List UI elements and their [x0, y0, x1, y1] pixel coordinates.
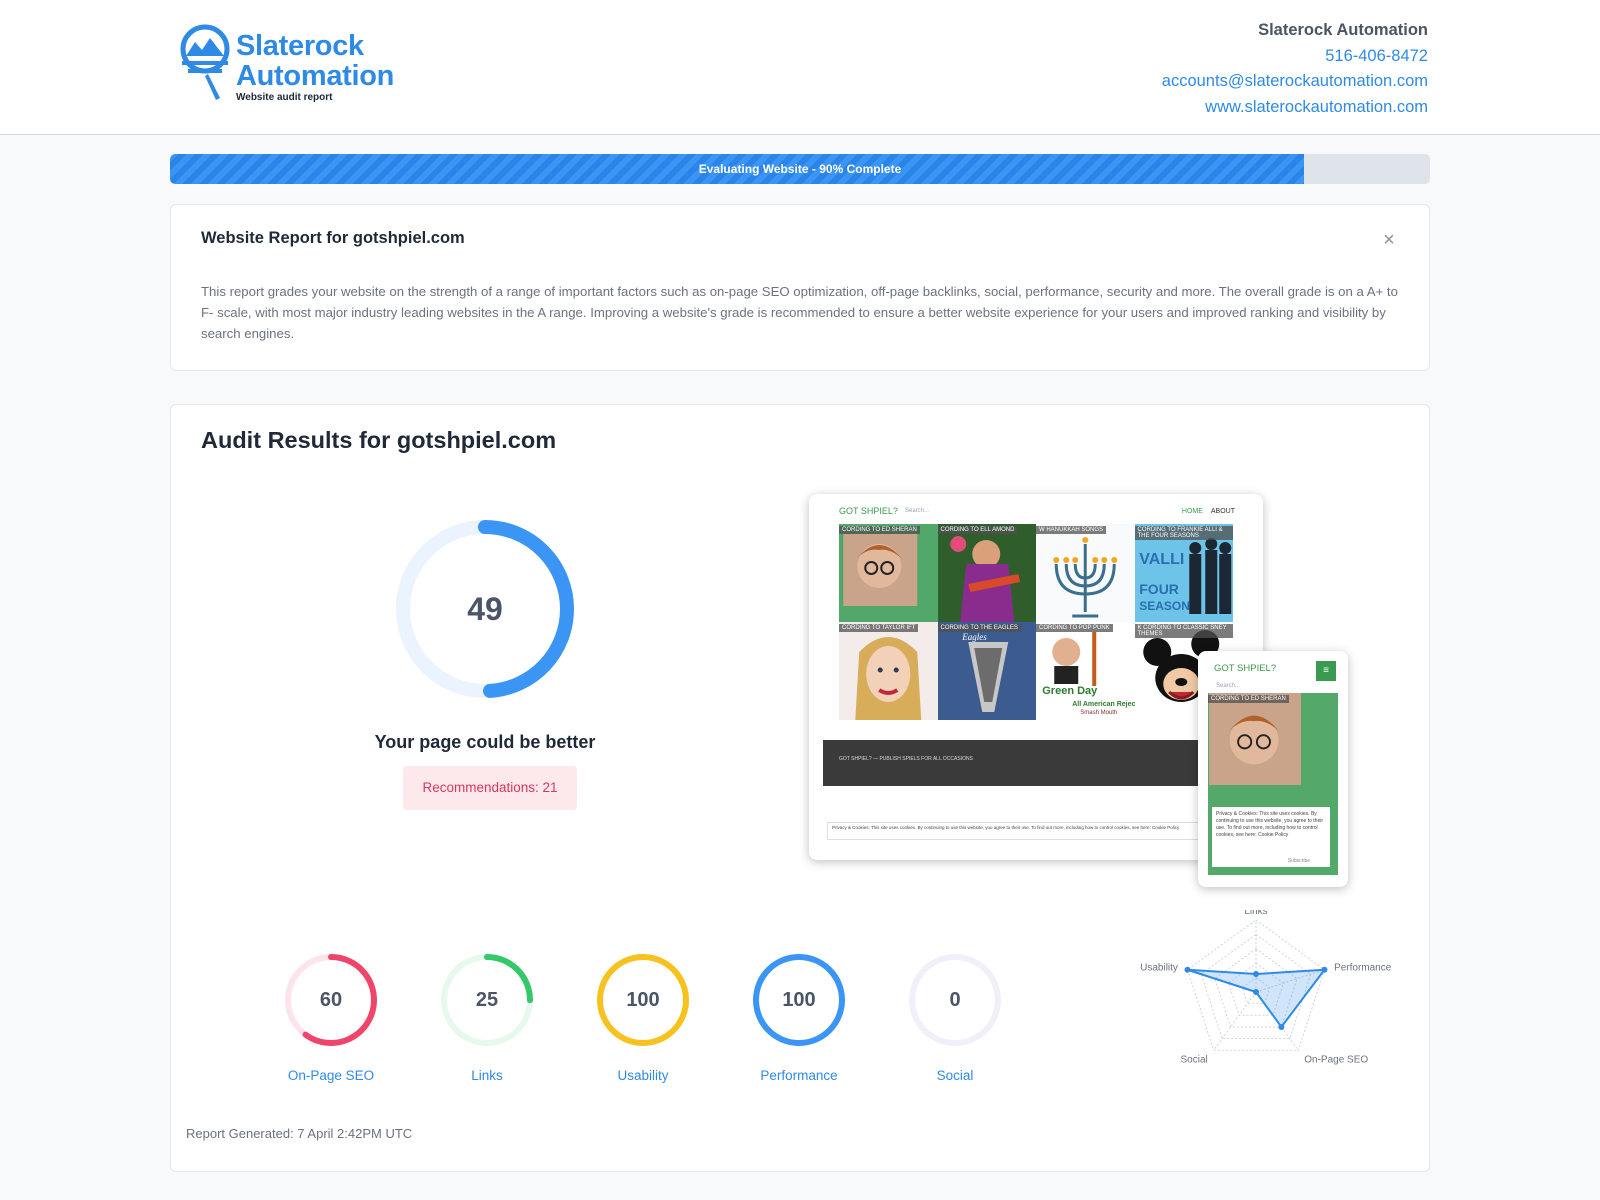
logo-subtitle: Website audit report [236, 92, 333, 103]
preview-site-name: GOT SHPIEL? [839, 506, 898, 516]
preview-tile: Eagles CORDING TO THE EAGLES [937, 622, 1036, 720]
preview-tile: Green Day All American Rejects Smash Mouth… [1036, 622, 1135, 720]
score-gauge-performance[interactable]: 100 Performance [749, 950, 849, 1083]
score-label[interactable]: Performance [749, 1068, 849, 1083]
close-icon[interactable]: × [1379, 230, 1399, 251]
tile-caption: K CORDING TO CLASSIC SNEY THEMES [1134, 624, 1233, 638]
radar-axis-label: Social [1181, 1054, 1208, 1065]
score-label[interactable]: On-Page SEO [281, 1068, 381, 1083]
mobile-tile-caption: CORDING TO ED SHERAN [1208, 695, 1289, 703]
report-intro-card: Website Report for gotshpiel.com × This … [170, 204, 1430, 371]
preview-footer-text: GOT SHPIEL? — PUBLISH SPIELS FOR ALL OCC… [839, 756, 973, 762]
preview-tile: W HANUKKAH SONGS [1036, 524, 1135, 622]
preview-menu: HOME ABOUT [1176, 508, 1235, 515]
hamburger-menu-icon: ≡ [1316, 661, 1336, 681]
preview-tile: CORDING TO ED SHERAN [839, 524, 938, 622]
score-gauge-links[interactable]: 25 Links [437, 950, 537, 1083]
svg-text:SEASONS: SEASONS [1139, 599, 1198, 613]
tile-caption: CORDING TO TAYLOR IFT [839, 624, 919, 632]
score-label[interactable]: Usability [593, 1068, 693, 1083]
slaterock-logo[interactable]: Slaterock Automation Website audit repor… [180, 24, 420, 104]
score-gauge-usability[interactable]: 100 Usability [593, 950, 693, 1083]
preview-menu-about: ABOUT [1210, 508, 1235, 515]
score-gauge-on-page-seo[interactable]: 60 On-Page SEO [281, 950, 381, 1083]
preview-tile: CORDING TO TAYLOR IFT [839, 622, 938, 720]
mobile-site-name: GOT SHPIEL? [1214, 663, 1277, 674]
score-verdict: Your page could be better [374, 732, 596, 752]
tile-caption: CORDING TO FRANKIE ALLI & THE FOUR SEASO… [1134, 526, 1233, 540]
score-value: 100 [782, 989, 816, 1011]
mobile-cookie-text: Privacy & Cookies: This site uses cookie… [1216, 811, 1324, 838]
overall-score-value: 49 [467, 591, 503, 627]
phone-link[interactable]: 516-406-8472 [1162, 44, 1428, 70]
tile-caption: CORDING TO POP PUNK [1036, 624, 1113, 632]
score-value: 25 [475, 989, 499, 1011]
site-header: Slaterock Automation Website audit repor… [0, 0, 1600, 135]
score-label[interactable]: Social [905, 1068, 1005, 1083]
report-title: Website Report for gotshpiel.com [201, 229, 465, 247]
radar-axis-label: On-Page SEO [1304, 1054, 1368, 1065]
logo-magnifier-icon [180, 24, 230, 100]
radar-point [1253, 989, 1259, 995]
score-value: 60 [319, 989, 343, 1011]
radar-axis-label: Performance [1334, 963, 1392, 974]
score-label[interactable]: Links [437, 1068, 537, 1083]
tile-caption: CORDING TO THE EAGLES [937, 624, 1021, 632]
preview-footer: GOT SHPIEL? — PUBLISH SPIELS FOR ALL OCC… [823, 740, 1249, 786]
report-generated-timestamp: Report Generated: 7 April 2:42PM UTC [186, 1126, 413, 1141]
email-link[interactable]: accounts@slaterockautomation.com [1162, 69, 1428, 95]
score-gauge-social[interactable]: 0 Social [905, 950, 1005, 1083]
contact-info: Slaterock Automation 516-406-8472 accoun… [1162, 18, 1428, 120]
radar-axis-label: Links [1244, 910, 1267, 917]
logo-text-line1: Slaterock [236, 30, 364, 62]
preview-search: Search... [905, 508, 930, 514]
mobile-cookie-notice: Privacy & Cookies: This site uses cookie… [1212, 807, 1330, 867]
mobile-site-preview: GOT SHPIEL? ≡ Search... CORDING TO ED SH… [1198, 651, 1348, 887]
preview-cookie-notice: Privacy & Cookies: This site uses cookie… [827, 822, 1245, 840]
recommendations-badge[interactable]: Recommendations: 21 [403, 766, 577, 810]
desktop-site-preview: GOT SHPIEL? Search... HOME ABOUT CORDING… [809, 494, 1263, 860]
radar-series-area [1187, 968, 1327, 1029]
audit-results-card: Audit Results for gotshpiel.com 49 Your … [170, 404, 1430, 1172]
radar-point [1321, 966, 1328, 973]
progress-label: Evaluating Website - 90% Complete [698, 162, 902, 176]
preview-menu-home: HOME [1181, 508, 1203, 515]
svg-text:FOUR: FOUR [1139, 581, 1179, 597]
svg-text:Green Day: Green Day [1042, 685, 1098, 697]
logo-text-line2: Automation [236, 60, 395, 92]
radar-point [1278, 1023, 1285, 1030]
svg-text:VALLI: VALLI [1139, 551, 1184, 568]
company-name: Slaterock Automation [1258, 21, 1428, 39]
category-radar-chart: Links Performance On-Page SEO Social Usabili… [1140, 910, 1392, 1065]
audit-title: Audit Results for gotshpiel.com [201, 427, 557, 453]
website-link[interactable]: www.slaterockautomation.com [1162, 95, 1428, 121]
tile-caption: CORDING TO ED SHERAN [839, 526, 920, 534]
preview-tile: CORDING TO ELL AMOND [937, 524, 1036, 622]
tile-caption: CORDING TO ELL AMOND [937, 526, 1018, 534]
preview-post-grid: CORDING TO ED SHERAN CORDING TO ELL AMON… [839, 524, 1233, 720]
radar-point [1184, 966, 1191, 973]
radar-point [1253, 971, 1259, 977]
report-description: This report grades your website on the s… [201, 284, 1398, 341]
mobile-search: Search... [1216, 683, 1241, 689]
score-value: 100 [626, 989, 660, 1011]
radar-axis-label: Usability [1140, 963, 1178, 974]
svg-text:Eagles: Eagles [961, 632, 987, 642]
preview-tile: VALLI FOUR SEASONS CORDING TO FRANKIE ALLI… [1134, 524, 1233, 622]
score-value: 0 [949, 989, 961, 1011]
svg-text:Smash Mouth: Smash Mouth [1080, 710, 1117, 716]
svg-text:All American Rejects: All American Rejects [1072, 701, 1134, 708]
mobile-subscribe: Subscribe [1287, 858, 1310, 864]
evaluation-progress-bar: Evaluating Website - 90% Complete [170, 154, 1430, 184]
tile-caption: W HANUKKAH SONGS [1036, 526, 1107, 534]
